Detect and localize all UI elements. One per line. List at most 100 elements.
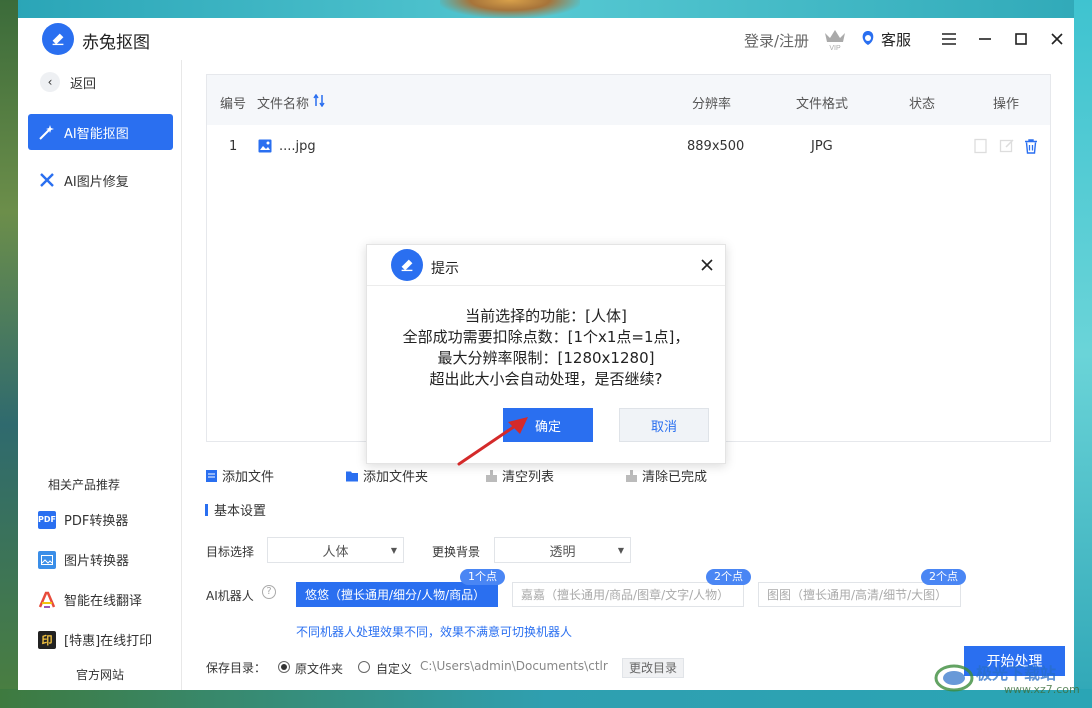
change-dir-button[interactable]: 更改目录 xyxy=(622,658,685,678)
basic-settings-heading: 基本设置 xyxy=(205,500,266,519)
red-arrow-annotation xyxy=(457,417,528,466)
dialog-close-icon[interactable] xyxy=(701,256,713,275)
related-products-heading: 相关产品推荐 xyxy=(48,478,121,492)
product-online-print[interactable]: 印 [特惠]在线打印 xyxy=(38,630,152,649)
login-register-link[interactable]: 登录/注册 xyxy=(744,30,809,51)
robot-option-youyou[interactable]: 悠悠（擅长通用/细分/人物/商品） xyxy=(296,582,498,607)
robot-hint: 不同机器人处理效果不同，效果不满意可切换机器人 xyxy=(296,625,573,639)
broom-icon xyxy=(626,469,637,482)
clear-completed-button[interactable]: 清除已完成 xyxy=(626,466,707,485)
radio-original-folder[interactable] xyxy=(278,661,290,673)
add-folder-label: 添加文件夹 xyxy=(363,470,429,485)
tools-icon xyxy=(40,173,54,187)
maximize-icon[interactable] xyxy=(1009,27,1033,51)
section-marker xyxy=(205,503,208,516)
row-format: JPG xyxy=(811,139,833,154)
title-bar: 赤兔抠图 登录/注册 VIP 客服 xyxy=(18,18,1074,60)
target-label: 目标选择 xyxy=(206,545,255,559)
preview-icon[interactable] xyxy=(973,138,989,154)
app-logo-icon xyxy=(42,23,74,55)
dialog-divider xyxy=(367,285,725,286)
image-converter-icon xyxy=(38,550,56,569)
custom-folder-label[interactable]: 自定义 xyxy=(376,660,412,677)
ai-robot-label: AI机器人 xyxy=(206,589,254,603)
header-num: 编号 xyxy=(220,97,247,112)
pdf-icon: PDF xyxy=(38,510,56,529)
service-icon[interactable] xyxy=(860,30,876,46)
sidebar-item-label: AI图片修复 xyxy=(64,174,129,190)
app-logo-icon xyxy=(391,249,423,281)
image-file-icon xyxy=(258,139,272,153)
table-header: 编号 文件名称 分辨率 文件格式 状态 操作 xyxy=(207,75,1050,125)
background-select-value: 透明 xyxy=(549,544,576,560)
header-name[interactable]: 文件名称 xyxy=(257,93,309,112)
watermark-text: 极光下载站 xyxy=(976,664,1057,683)
product-label: 智能在线翻译 xyxy=(64,594,143,609)
svg-text:VIP: VIP xyxy=(829,45,841,51)
caret-down-icon: ▼ xyxy=(390,546,397,555)
file-icon xyxy=(206,469,217,482)
back-button[interactable]: ‹ 返回 xyxy=(40,72,96,92)
vip-crown-icon[interactable]: VIP xyxy=(822,25,848,51)
folder-icon xyxy=(346,471,358,481)
header-resolution: 分辨率 xyxy=(692,97,732,112)
robot-label: 嘉嘉（擅长通用/商品/图章/文字/人物） xyxy=(521,588,730,602)
magic-wand-icon xyxy=(39,125,54,140)
product-pdf-converter[interactable]: PDF PDF转换器 xyxy=(38,510,128,529)
minimize-icon[interactable] xyxy=(973,27,997,51)
edit-icon[interactable] xyxy=(999,138,1015,154)
background-label: 更换背景 xyxy=(432,545,481,559)
clear-list-button[interactable]: 清空列表 xyxy=(486,466,554,485)
robot-cost-badge: 2个点 xyxy=(921,569,966,585)
basic-settings-title: 基本设置 xyxy=(214,504,267,519)
row-resolution: 889x500 xyxy=(687,139,745,154)
header-ops: 操作 xyxy=(993,97,1020,112)
add-file-button[interactable]: 添加文件 xyxy=(206,466,274,485)
header-status: 状态 xyxy=(909,97,936,112)
app-title: 赤兔抠图 xyxy=(82,33,150,53)
robot-cost-badge: 1个点 xyxy=(460,569,505,585)
target-select[interactable]: 人体 ▼ xyxy=(267,537,404,563)
official-website-link[interactable]: 官方网站 xyxy=(76,666,124,683)
sort-icon[interactable] xyxy=(313,94,325,107)
robot-label: 图图（擅长通用/高清/细节/大图） xyxy=(767,588,948,602)
robot-option-jiajia[interactable]: 嘉嘉（擅长通用/商品/图章/文字/人物） xyxy=(512,582,744,607)
add-folder-button[interactable]: 添加文件夹 xyxy=(346,466,428,485)
robot-cost-badge: 2个点 xyxy=(706,569,751,585)
product-online-translate[interactable]: 智能在线翻译 xyxy=(38,590,142,609)
radio-custom-folder[interactable] xyxy=(358,661,370,673)
watermark-url: www.xz7.com xyxy=(1004,683,1080,696)
dialog-cancel-label: 取消 xyxy=(650,419,677,435)
product-label: PDF转换器 xyxy=(64,514,129,529)
dialog-ok-label: 确定 xyxy=(534,419,561,435)
desktop-background-bottom xyxy=(0,689,1092,708)
sidebar-item-ai-cutout[interactable]: AI智能抠图 xyxy=(28,114,173,150)
target-select-value: 人体 xyxy=(322,544,349,560)
confirm-dialog: 提示 当前选择的功能：[人体] 全部成功需要扣除点数：[1个x1点=1点]， 最… xyxy=(366,244,726,464)
product-label: [特惠]在线打印 xyxy=(64,634,153,649)
product-label: 图片转换器 xyxy=(64,554,130,569)
sidebar: ‹ 返回 AI智能抠图 AI图片修复 相关产品推荐 PDF PDF转换器 图片转… xyxy=(18,60,182,690)
header-format: 文件格式 xyxy=(796,97,849,112)
close-icon[interactable] xyxy=(1045,27,1069,51)
broom-icon xyxy=(486,469,497,482)
menu-icon[interactable] xyxy=(937,27,961,51)
product-image-converter[interactable]: 图片转换器 xyxy=(38,550,129,569)
dialog-message-line: 最大分辨率限制：[1280x1280] xyxy=(437,349,655,367)
service-link[interactable]: 客服 xyxy=(881,29,911,50)
original-folder-label[interactable]: 原文件夹 xyxy=(295,660,343,677)
caret-down-icon: ▼ xyxy=(617,546,624,555)
sidebar-item-ai-repair[interactable]: AI图片修复 xyxy=(28,162,173,198)
row-file-name: ....jpg xyxy=(279,139,316,154)
chevron-left-icon: ‹ xyxy=(40,72,60,92)
help-icon[interactable]: ? xyxy=(262,585,276,599)
robot-option-tutu[interactable]: 图图（擅长通用/高清/细节/大图） xyxy=(758,582,961,607)
background-select[interactable]: 透明 ▼ xyxy=(494,537,631,563)
save-path: C:\Users\admin\Documents\ctlr xyxy=(420,659,608,673)
clear-completed-label: 清除已完成 xyxy=(642,470,708,485)
delete-icon[interactable] xyxy=(1023,138,1039,154)
desktop-background-right xyxy=(1074,0,1092,708)
add-file-label: 添加文件 xyxy=(222,470,275,485)
dialog-cancel-button[interactable]: 取消 xyxy=(619,408,709,442)
desktop-background-left xyxy=(0,0,18,708)
